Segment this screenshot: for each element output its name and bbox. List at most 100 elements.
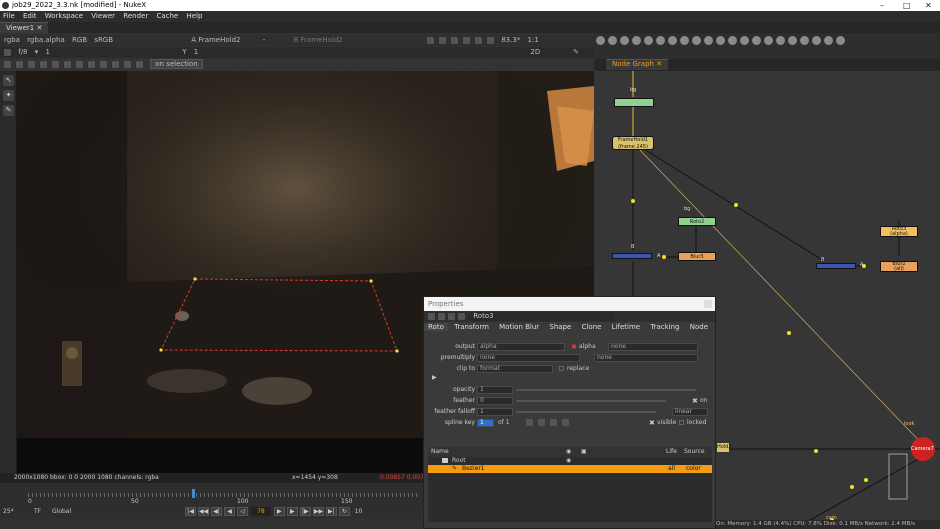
current-frame-field[interactable]: 78	[250, 507, 271, 516]
feather-icon[interactable]	[28, 60, 35, 68]
nukex-node-icon[interactable]	[811, 36, 821, 45]
premultiply-dropdown[interactable]: none	[477, 354, 580, 362]
gain-icon[interactable]	[4, 48, 11, 56]
lock-icon[interactable]	[486, 36, 494, 44]
close-icon[interactable]: ✕	[36, 24, 42, 32]
opacity-field[interactable]: 1	[477, 386, 513, 394]
play-back-button[interactable]: ◁	[237, 507, 248, 516]
motion-icon[interactable]	[136, 60, 143, 68]
draw-node-icon[interactable]	[607, 36, 617, 45]
roi-icon[interactable]	[426, 36, 434, 44]
lut-dropdown[interactable]: sRGB	[94, 36, 113, 44]
close-icon[interactable]: ✕	[656, 60, 662, 68]
bezier1-shape[interactable]	[160, 278, 398, 352]
node-float-icon[interactable]	[448, 312, 455, 320]
feather-falloff-field[interactable]: 1	[477, 408, 513, 416]
menu-file[interactable]: File	[0, 12, 18, 20]
alpha-channel-dropdown[interactable]: rgba.alpha	[27, 36, 65, 44]
feather-on-checkbox[interactable]: ✖	[692, 396, 698, 406]
tab-motion-blur[interactable]: Motion Blur	[495, 323, 543, 331]
gain-value[interactable]: 1	[46, 48, 50, 56]
tab-roto[interactable]: Roto	[424, 323, 448, 331]
node-center-icon[interactable]	[438, 312, 445, 320]
premultiply-channel-dropdown[interactable]: none	[594, 354, 698, 362]
furnace-node-icon[interactable]	[775, 36, 785, 45]
spline-key-field[interactable]: 1	[477, 419, 494, 427]
clipto-dropdown[interactable]: format	[477, 365, 553, 373]
toolsets-node-icon[interactable]	[739, 36, 749, 45]
replace-checkbox[interactable]	[559, 366, 564, 371]
next-inc-button[interactable]: |▶	[299, 507, 311, 516]
fstop-value[interactable]: f/8	[18, 48, 27, 56]
deep-node-icon[interactable]	[763, 36, 773, 45]
alpha-checkbox[interactable]: ✖	[571, 342, 577, 352]
menu-viewer[interactable]: Viewer	[88, 12, 118, 20]
node-merge-left[interactable]	[612, 253, 652, 259]
select-tool-icon[interactable]: ↖	[3, 75, 14, 86]
other-node-icon[interactable]	[787, 36, 797, 45]
close-icon[interactable]	[704, 300, 712, 308]
input-a-dropdown[interactable]: A FrameHold2	[191, 36, 240, 44]
gamma-value[interactable]: 1	[194, 48, 198, 56]
metadata-node-icon[interactable]	[727, 36, 737, 45]
color-node-icon[interactable]	[643, 36, 653, 45]
tab-clone[interactable]: Clone	[578, 323, 606, 331]
keyer-node-icon[interactable]	[667, 36, 677, 45]
maximize-button[interactable]: □	[903, 0, 911, 11]
node-roto2[interactable]: Roto2	[678, 217, 716, 226]
filter-node-icon[interactable]	[655, 36, 665, 45]
menu-workspace[interactable]: Workspace	[42, 12, 86, 20]
locked-checkbox[interactable]	[679, 420, 684, 425]
minimize-button[interactable]: –	[880, 0, 884, 11]
transform-node-icon[interactable]	[691, 36, 701, 45]
node-framehold2[interactable]: Hold2	[717, 443, 732, 452]
prev-key-button[interactable]: ◀◀	[198, 507, 209, 516]
col-life[interactable]: Life	[666, 447, 677, 457]
selection-dropdown[interactable]: on selection	[150, 59, 203, 69]
show-icon[interactable]	[100, 60, 107, 68]
time-node-icon[interactable]	[619, 36, 629, 45]
bezier-point[interactable]	[369, 279, 373, 283]
channels-dropdown[interactable]: rgba	[4, 36, 20, 44]
tab-tracking[interactable]: Tracking	[646, 323, 683, 331]
channel-node-icon[interactable]	[631, 36, 641, 45]
node-blur2[interactable]: Blur2 (all)	[880, 261, 918, 272]
prev-frame-button[interactable]: ◀	[224, 507, 235, 516]
node-lock-icon[interactable]	[458, 312, 465, 320]
menu-help[interactable]: Help	[183, 12, 205, 20]
prev-inc-button[interactable]: ◀|	[211, 507, 222, 516]
node-merge-right[interactable]	[816, 263, 856, 269]
points-icon[interactable]	[64, 60, 71, 68]
tab-shape[interactable]: Shape	[545, 323, 575, 331]
cara-node-icon[interactable]	[799, 36, 809, 45]
timeline-track[interactable]	[28, 493, 418, 497]
delete-key-icon[interactable]	[562, 419, 569, 426]
node-roto-top[interactable]	[614, 98, 654, 107]
falloff-type-dropdown[interactable]: linear	[672, 408, 708, 416]
tf-dropdown[interactable]: TF	[34, 505, 41, 519]
image-node-icon[interactable]	[595, 36, 605, 45]
increment-field[interactable]: 10	[355, 508, 363, 515]
zoom-dropdown[interactable]: 83.3*	[501, 36, 520, 44]
bezier-point[interactable]	[395, 349, 399, 353]
node-roto3[interactable]: Roto3 (alpha)	[880, 226, 918, 237]
node-menu-icon[interactable]	[428, 312, 435, 320]
tangent-icon[interactable]	[76, 60, 83, 68]
link-icon[interactable]	[16, 60, 23, 68]
layer-row-bezier1[interactable]: ✎ Bezier1 all color	[428, 465, 712, 473]
feather-slider[interactable]	[516, 400, 666, 402]
box-icon[interactable]	[52, 60, 59, 68]
bezier-point[interactable]	[193, 277, 197, 281]
colorspace-dropdown[interactable]: RGB	[72, 36, 87, 44]
next-key-icon[interactable]	[538, 419, 545, 426]
grid-icon[interactable]	[112, 60, 119, 68]
refresh-icon[interactable]	[474, 36, 482, 44]
gizmo-node-icon[interactable]	[835, 36, 845, 45]
tab-viewer1[interactable]: Viewer1 ✕	[0, 22, 49, 33]
menu-render[interactable]: Render	[120, 12, 151, 20]
fps-dropdown[interactable]: 25*	[3, 505, 14, 519]
feather-falloff-slider[interactable]	[516, 411, 656, 413]
snap-icon[interactable]	[124, 60, 131, 68]
prev-key-icon[interactable]	[526, 419, 533, 426]
label-icon[interactable]	[88, 60, 95, 68]
